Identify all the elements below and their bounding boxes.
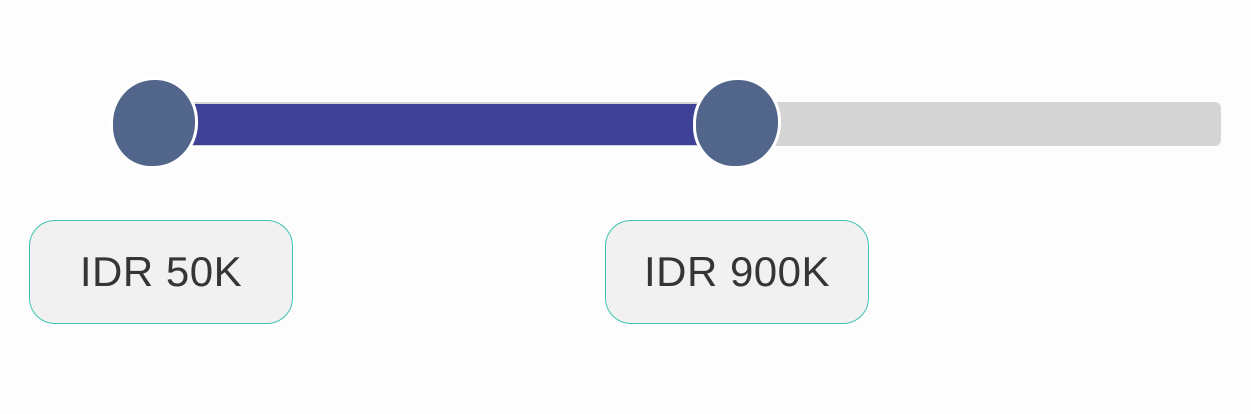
min-price-text: IDR 50K [79,248,243,295]
price-range-slider[interactable]: IDR 50K IDR 900K [0,0,1251,414]
max-price-label: IDR 900K [605,220,869,324]
min-price-thumb[interactable] [110,77,198,169]
slider-selected-range [150,104,738,145]
min-price-label: IDR 50K [29,220,293,324]
max-price-text: IDR 900K [643,248,831,295]
max-price-thumb[interactable] [693,77,781,169]
